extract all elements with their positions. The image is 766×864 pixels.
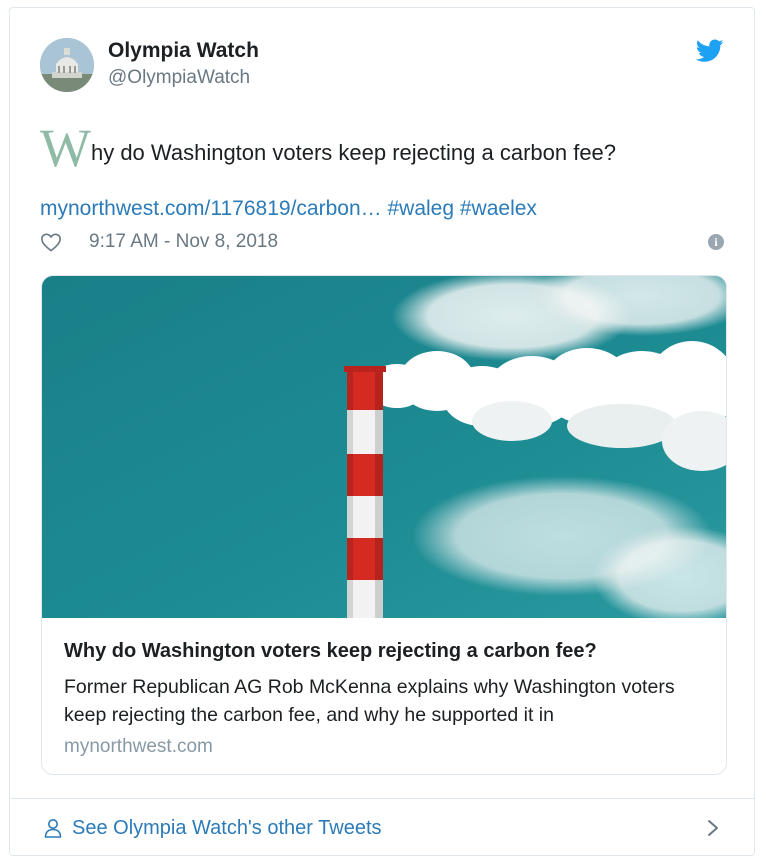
tweet-url-link[interactable]: mynorthwest.com/1176819/carbon… bbox=[40, 197, 382, 220]
tweet-timestamp[interactable]: 9:17 AM - Nov 8, 2018 bbox=[89, 231, 278, 253]
tweet-meta: 9:17 AM - Nov 8, 2018 i bbox=[40, 230, 730, 258]
tweet-dropcap: W bbox=[40, 118, 91, 178]
see-other-tweets-link[interactable]: See Olympia Watch's other Tweets bbox=[10, 799, 754, 855]
card-domain: mynorthwest.com bbox=[64, 736, 213, 757]
author-handle[interactable]: @OlympiaWatch bbox=[108, 67, 250, 89]
hashtag-waelex[interactable]: #waelex bbox=[460, 197, 537, 220]
card-description: Former Republican AG Rob McKenna explain… bbox=[64, 676, 675, 726]
heart-icon[interactable] bbox=[40, 232, 62, 252]
chevron-right-icon[interactable] bbox=[706, 818, 720, 838]
card-body: Why do Washington voters keep rejecting … bbox=[42, 618, 726, 774]
avatar[interactable] bbox=[40, 38, 94, 92]
link-preview-card[interactable]: Why do Washington voters keep rejecting … bbox=[41, 275, 727, 775]
tweet-text-body: hy do Washington voters keep rejecting a… bbox=[90, 140, 617, 165]
card-title: Why do Washington voters keep rejecting … bbox=[64, 640, 597, 662]
person-icon bbox=[44, 819, 62, 838]
embedded-tweet: Olympia Watch @OlympiaWatch Why do Washi… bbox=[9, 7, 755, 856]
author-name[interactable]: Olympia Watch bbox=[108, 39, 259, 63]
info-icon[interactable]: i bbox=[708, 234, 724, 250]
tweet-text: Why do Washington voters keep rejecting … bbox=[40, 121, 730, 175]
tweet-links: mynorthwest.com/1176819/carbon… #waleg #… bbox=[40, 197, 537, 221]
hashtag-waleg[interactable]: #waleg bbox=[387, 197, 454, 220]
see-other-tweets-label[interactable]: See Olympia Watch's other Tweets bbox=[72, 817, 382, 840]
smokestack-image bbox=[42, 276, 726, 618]
twitter-bird-icon[interactable] bbox=[696, 39, 724, 63]
